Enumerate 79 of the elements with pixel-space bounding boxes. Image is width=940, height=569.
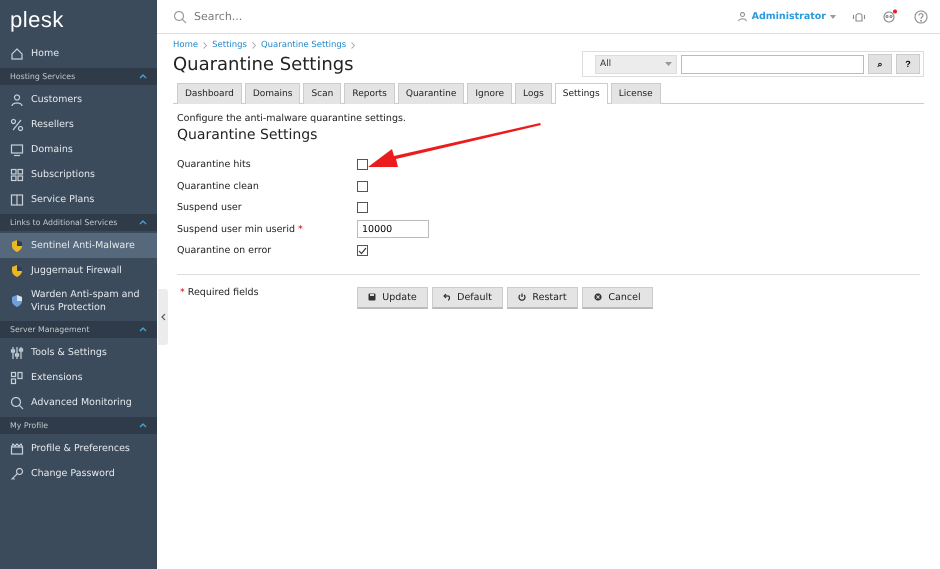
caret-icon	[830, 14, 836, 18]
person-icon	[736, 11, 748, 22]
nav-item[interactable]: Change Password	[0, 461, 157, 486]
magnifier-icon	[10, 396, 24, 410]
help-icon[interactable]	[914, 10, 928, 24]
field-label: Quarantine clean	[177, 180, 259, 192]
filter-input[interactable]	[681, 54, 864, 74]
restart-button[interactable]: Restart	[507, 286, 578, 308]
input-field[interactable]: 10000	[357, 220, 429, 238]
logo[interactable]: plesk	[0, 0, 157, 41]
nav-item[interactable]: Profile & Preferences	[0, 436, 157, 461]
default-button[interactable]: Default	[432, 286, 503, 308]
chevron-icon	[203, 42, 208, 48]
nav-item[interactable]: Sentinel Anti-Malware	[0, 233, 157, 258]
key-icon	[10, 466, 24, 480]
nav-item[interactable]: Extensions	[0, 365, 157, 390]
page-title: Quarantine Settings	[173, 54, 354, 74]
checkbox[interactable]	[357, 180, 368, 192]
sliders-icon	[10, 346, 24, 360]
blocks-icon	[10, 370, 24, 384]
required-mark: *	[180, 286, 185, 298]
nav-item[interactable]: Home	[0, 41, 157, 66]
breadcrumb-link[interactable]: Quarantine Settings	[260, 40, 346, 50]
tab[interactable]: Dashboard	[177, 83, 242, 104]
search-icon	[173, 10, 187, 24]
breadcrumb-link[interactable]: Settings	[212, 40, 247, 50]
tab[interactable]: Settings	[554, 83, 608, 104]
breadcrumb-link[interactable]: Home	[173, 40, 198, 50]
required-mark: *	[298, 224, 303, 235]
description: Configure the anti-malware quarantine settings.	[177, 113, 407, 124]
required-note: Required fields	[188, 286, 259, 298]
chevron-icon	[160, 313, 166, 321]
update-button[interactable]: Update	[357, 286, 428, 308]
chevron-icon	[252, 42, 256, 48]
nav-item[interactable]: Resellers	[0, 112, 157, 137]
caret-icon	[665, 62, 672, 66]
checkbox[interactable]	[357, 159, 368, 170]
undo-icon	[443, 293, 452, 301]
power-icon	[518, 293, 526, 301]
tab[interactable]: Domains	[244, 83, 300, 104]
book-icon	[10, 192, 24, 206]
nav-item[interactable]: Domains	[0, 137, 157, 162]
search-button[interactable]: ⌕	[868, 54, 892, 74]
cancel-icon	[594, 293, 602, 301]
monitor-icon	[10, 142, 24, 156]
collapse-handle[interactable]	[158, 289, 168, 345]
cancel-button[interactable]: Cancel	[582, 286, 653, 308]
help-button[interactable]: ?	[896, 54, 920, 74]
percent-icon	[10, 118, 24, 132]
shield-icon	[10, 238, 24, 252]
nav-item[interactable]: Advanced Monitoring	[0, 390, 157, 415]
tab[interactable]: License	[610, 83, 661, 104]
field-label: Quarantine hits	[177, 159, 251, 170]
checkbox[interactable]	[357, 202, 368, 214]
tab[interactable]: Ignore	[467, 83, 512, 104]
nav-item[interactable]: Service Plans	[0, 187, 157, 212]
chevron-icon	[351, 42, 356, 48]
field-label: Suspend user	[177, 202, 242, 214]
person-icon	[10, 92, 24, 106]
tab[interactable]: Quarantine	[398, 83, 464, 104]
tab[interactable]: Logs	[515, 83, 552, 104]
scope-dropdown[interactable]: All	[595, 54, 677, 74]
nav-item[interactable]: Juggernaut Firewall	[0, 258, 157, 283]
nav-item[interactable]: Subscriptions	[0, 162, 157, 187]
grid-icon	[10, 168, 24, 182]
field-label: Quarantine on error	[177, 245, 272, 256]
notification-icon[interactable]	[882, 9, 898, 24]
checkbox[interactable]	[357, 245, 368, 256]
nav-item[interactable]: Warden Anti-spam and Virus Protection	[0, 283, 157, 319]
home-icon	[10, 46, 24, 60]
tab[interactable]: Scan	[303, 83, 342, 104]
nav-item[interactable]: Customers	[0, 87, 157, 112]
tab[interactable]: Reports	[344, 83, 395, 104]
field-label: Suspend user min userid	[177, 224, 296, 235]
shield-icon	[10, 264, 24, 278]
form-title: Quarantine Settings	[177, 127, 318, 143]
shield-icon	[10, 294, 24, 308]
nav-item[interactable]: Tools & Settings	[0, 340, 157, 365]
save-icon	[368, 293, 376, 301]
